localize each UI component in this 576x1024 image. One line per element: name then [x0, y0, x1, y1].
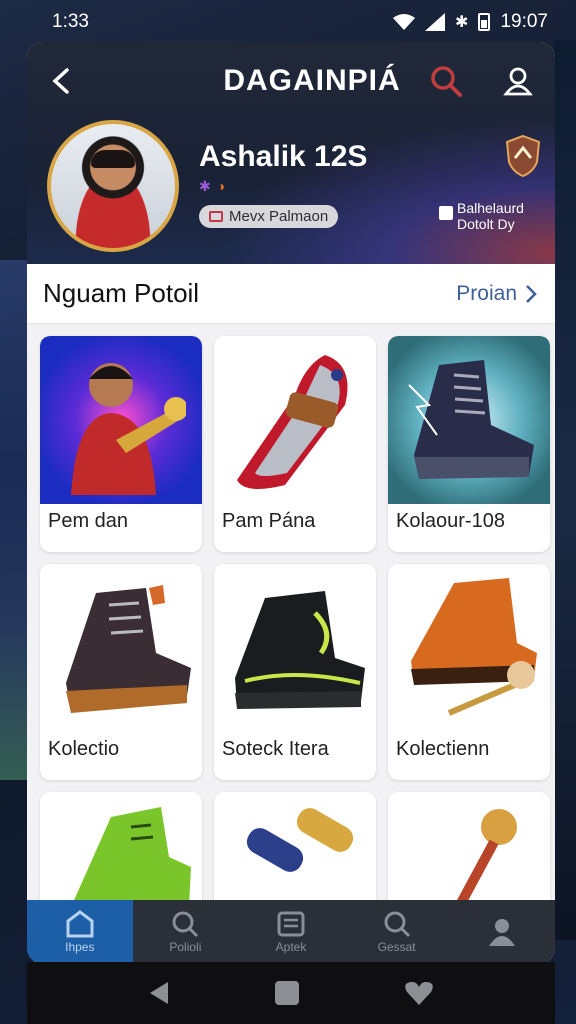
collection-card[interactable]: Pem dan: [40, 336, 202, 552]
side-badge: Balhelaurd Dotolt Dy: [439, 200, 539, 232]
card-label: Pem dan: [48, 510, 129, 532]
collection-card[interactable]: [214, 792, 376, 912]
trumpet-player-image: [40, 336, 202, 504]
user-tag-label: Mevx Palmaon: [229, 208, 329, 225]
user-badges: ✱ ◑: [199, 178, 367, 195]
collection-card[interactable]: Soteck Itera: [214, 564, 376, 780]
search-icon[interactable]: [429, 64, 463, 98]
orange-boot-image: [388, 564, 550, 732]
user-icon[interactable]: [503, 66, 533, 96]
user-tag[interactable]: Mevx Palmaon: [199, 205, 339, 228]
nav-label: Gessat: [377, 940, 416, 954]
wifi-icon: [393, 14, 416, 30]
status-time: 1:33: [52, 11, 89, 32]
card-label: Pam Pána: [222, 510, 316, 532]
background-left: [0, 260, 30, 780]
shield-icon[interactable]: [505, 134, 541, 178]
ring-badge-icon: ◑: [216, 178, 226, 194]
card-label: Soteck Itera: [222, 738, 329, 760]
collection-card[interactable]: Kolectienn: [388, 564, 550, 780]
side-badge-text: Balhelaurd Dotolt Dy: [457, 200, 524, 232]
card-label: Kolaour-108: [396, 510, 505, 532]
heart-icon[interactable]: [404, 980, 434, 1006]
user-icon: [489, 919, 516, 946]
see-all-label: Proian: [456, 281, 517, 305]
collection-grid: Pem dan Pam Pána Kolaour-108 Kolectio So…: [27, 324, 555, 912]
nav-profile[interactable]: [449, 900, 555, 964]
collection-card[interactable]: [40, 792, 202, 912]
profile-header: DAGAINPIÁ Ashalik 12S ✱ ◑ Mevx Palmaon B…: [27, 42, 555, 264]
collection-card[interactable]: Kolectio: [40, 564, 202, 780]
app-window: DAGAINPIÁ Ashalik 12S ✱ ◑ Mevx Palmaon B…: [27, 42, 555, 964]
nav-label: Polioli: [169, 940, 202, 954]
home-icon: [66, 910, 94, 938]
red-shoe-image: [214, 336, 376, 504]
chevron-right-icon: [526, 284, 537, 303]
black-boot-image: [214, 564, 376, 732]
card-label: Kolectio: [48, 738, 120, 760]
see-all-link[interactable]: Proian: [456, 282, 537, 306]
tag-icon: [209, 211, 223, 222]
collection-card[interactable]: [388, 792, 550, 912]
search-icon: [384, 911, 410, 938]
status-bar: 1:33 ✱ 19:07: [0, 0, 576, 44]
section-header: Nguam Potoil Proian: [27, 264, 555, 324]
nav-home[interactable]: Ihpes: [27, 900, 133, 964]
avatar[interactable]: [47, 120, 179, 252]
nav-list[interactable]: Aptek: [238, 900, 344, 964]
status-clock: 19:07: [500, 11, 548, 32]
card-label: Kolectienn: [396, 738, 490, 760]
nav-label: Ihpes: [65, 940, 95, 954]
list-icon: [277, 911, 305, 937]
collection-card[interactable]: Pam Pána: [214, 336, 376, 552]
bottom-nav: Ihpes Polioli Aptek Gessat: [27, 900, 555, 964]
username: Ashalik 12S: [199, 140, 368, 173]
green-boot-image: [40, 792, 202, 912]
search-icon: [172, 911, 199, 938]
no-sim-icon: ✱: [455, 14, 469, 31]
nav-label: Aptek: [275, 940, 307, 954]
home-square-icon[interactable]: [273, 979, 301, 1007]
thumbs-up-icon: [439, 206, 453, 220]
nav-search[interactable]: Polioli: [133, 900, 239, 964]
signal-icon: [425, 13, 446, 31]
dark-boot-image: [40, 564, 202, 732]
collection-card[interactable]: Kolaour-108: [388, 336, 550, 552]
nav-search-2[interactable]: Gessat: [344, 900, 450, 964]
back-triangle-icon[interactable]: [148, 980, 170, 1006]
back-icon[interactable]: [47, 67, 75, 95]
lightning-boot-image: [388, 336, 550, 504]
battery-icon: [478, 13, 491, 31]
rolled-items-image: [214, 792, 376, 912]
system-nav-bar: [27, 962, 555, 1024]
app-title: DAGAINPIÁ: [223, 64, 401, 97]
brush-image: [388, 792, 550, 912]
star-badge-icon: ✱: [199, 178, 211, 194]
background-right: [554, 40, 576, 940]
section-title: Nguam Potoil: [43, 278, 200, 308]
